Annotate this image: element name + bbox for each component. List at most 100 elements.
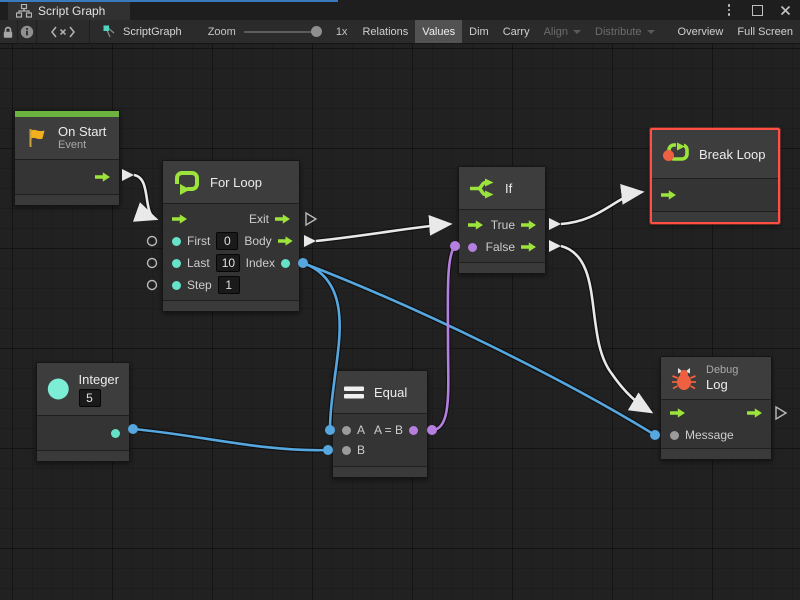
node-title: Break Loop [699,147,766,162]
flow-input-port[interactable] [468,220,483,230]
maximize-icon [752,5,763,16]
a-input-port[interactable] [342,426,351,435]
script-graph-icon [102,24,118,40]
node-footer [163,300,299,311]
flow-input-port[interactable] [172,214,187,224]
zoom-label: Zoom [208,26,236,38]
close-icon [780,5,791,16]
flow-output-port[interactable] [95,172,110,182]
step-value-field[interactable]: 1 [218,276,240,294]
flag-icon [25,126,49,150]
port-label: A [357,423,365,437]
values-button[interactable]: Values [415,20,462,43]
port-label: A = B [374,423,403,437]
relations-button[interactable]: Relations [355,20,415,43]
result-output-port[interactable] [409,426,418,435]
node-break-loop[interactable]: Break Loop [650,128,780,224]
node-title: For Loop [210,175,262,190]
integer-value-field[interactable]: 5 [79,389,101,407]
align-dropdown[interactable]: Align [537,20,588,43]
message-input-port[interactable] [670,431,679,440]
fullscreen-button[interactable]: Full Screen [730,20,800,43]
zoom-slider[interactable] [244,31,318,33]
condition-input-port[interactable] [468,243,477,252]
node-for-loop[interactable]: For Loop Exit First 0 Body [162,160,300,312]
info-button[interactable] [18,20,38,43]
node-title: If [505,181,512,196]
kebab-menu-icon [728,4,731,16]
node-footer [15,194,119,205]
teal-circle-icon [47,375,70,403]
first-input-port[interactable] [172,237,181,246]
window-menu-button[interactable] [722,3,736,17]
chevron-down-icon [573,30,581,34]
exit-output-port[interactable] [275,214,290,224]
value-output-port[interactable] [111,429,120,438]
node-debug-log[interactable]: Debug Log Message [660,356,772,460]
node-equal[interactable]: Equal A A = B B [332,370,428,478]
port-label: Last [187,256,210,270]
port-label: Exit [249,212,269,226]
node-subtitle: Event [58,139,106,152]
port-label: True [491,218,515,232]
zoom-slider-handle[interactable] [311,26,322,37]
first-value-field[interactable]: 0 [216,232,238,250]
graph-hierarchy-icon [16,4,32,18]
info-icon [20,25,34,39]
graph-name-label: ScriptGraph [123,26,182,38]
port-label: Message [685,428,734,442]
index-output-port[interactable] [281,259,290,268]
flow-input-port[interactable] [670,408,685,418]
true-output-port[interactable] [521,220,536,230]
distribute-dropdown[interactable]: Distribute [588,20,661,43]
port-label: B [357,443,365,457]
distribute-label: Distribute [595,26,641,38]
bug-icon [671,365,697,391]
node-title: Equal [374,385,407,400]
node-footer [652,211,778,222]
b-input-port[interactable] [342,446,351,455]
port-label: First [187,234,210,248]
last-input-port[interactable] [172,259,181,268]
overview-button[interactable]: Overview [671,20,731,43]
node-on-start[interactable]: On Start Event [14,110,120,206]
carry-button[interactable]: Carry [496,20,537,43]
branch-icon [469,177,496,200]
node-subtitle: Debug [706,364,738,377]
port-label: Step [187,278,212,292]
flow-input-port[interactable] [661,190,676,200]
dim-button[interactable]: Dim [462,20,496,43]
align-label: Align [544,26,568,38]
flow-output-port[interactable] [747,408,762,418]
false-output-port[interactable] [521,242,536,252]
code-view-button[interactable] [37,20,90,43]
node-if[interactable]: If True False [458,166,546,274]
node-title: On Start [58,124,106,139]
equals-icon [343,383,365,401]
zoom-value: 1x [336,26,348,38]
lock-button[interactable] [0,20,18,43]
port-label: Body [244,234,271,248]
close-button[interactable] [778,3,792,17]
break-loop-icon [662,142,690,166]
last-value-field[interactable]: 10 [216,254,240,272]
body-output-port[interactable] [278,236,293,246]
tab-title: Script Graph [38,4,105,18]
port-label: False [486,240,515,254]
loop-icon [173,169,201,196]
node-footer [37,450,129,461]
graph-toolbar: ScriptGraph Zoom 1x Relations Values Dim… [0,20,800,44]
node-integer[interactable]: Integer 5 [36,362,130,462]
lock-icon [2,25,14,39]
step-input-port[interactable] [172,281,181,290]
node-footer [661,448,771,459]
node-title: Log [706,377,738,392]
node-footer [459,262,545,273]
angle-brackets-x-icon [51,26,75,38]
tab-script-graph[interactable]: Script Graph [8,2,130,20]
maximize-button[interactable] [750,3,764,17]
node-footer [333,466,427,477]
title-bar: Script Graph [0,0,800,20]
port-label: Index [246,256,275,270]
node-title: Integer [79,372,119,387]
